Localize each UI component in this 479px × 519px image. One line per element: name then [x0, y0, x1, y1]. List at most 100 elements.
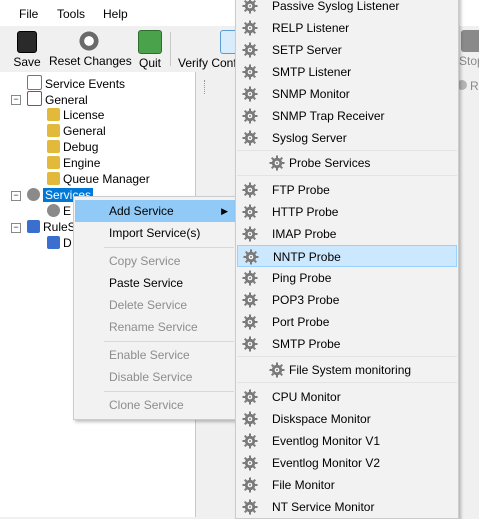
exit-door-icon [138, 30, 162, 54]
tree-node-debug[interactable]: Debug [47, 139, 98, 155]
gear-icon [242, 292, 258, 308]
gear-icon [242, 182, 258, 198]
submenu-setp-server[interactable]: SETP Server [237, 39, 457, 61]
key-icon [47, 124, 60, 137]
tree-node-general[interactable]: General [27, 91, 88, 107]
menu-add-service[interactable]: Add Service ▶ [75, 200, 238, 222]
menu-copy-service[interactable]: Copy Service [75, 250, 238, 272]
refresh-label[interactable]: R [470, 79, 479, 93]
tree-collapse-general[interactable]: − [11, 95, 21, 105]
gear-icon [243, 249, 259, 265]
submenu-snmp-monitor[interactable]: SNMP Monitor [237, 83, 457, 105]
menu-separator [104, 247, 234, 248]
menu-file[interactable]: File [19, 7, 38, 21]
menu-import-services[interactable]: Import Service(s) [75, 222, 238, 244]
gear-icon [242, 499, 258, 515]
gear-icon [242, 455, 258, 471]
submenu-pop3-probe[interactable]: POP3 Probe [237, 289, 457, 311]
tree-node-service-child[interactable]: E [47, 203, 71, 219]
gear-icon [242, 389, 258, 405]
menu-rename-service[interactable]: Rename Service [75, 316, 238, 338]
context-menu: Add Service ▶ Import Service(s) Copy Ser… [73, 196, 240, 420]
submenu-smtp-listener[interactable]: SMTP Listener [237, 61, 457, 83]
gear-icon [242, 20, 258, 36]
stop-icon [461, 30, 479, 52]
gear-icon [242, 0, 258, 14]
gear-icon [242, 64, 258, 80]
key-icon [47, 156, 60, 169]
menu-tools[interactable]: Tools [57, 7, 85, 21]
submenu-group-file-system-monitoring: File System monitoring [237, 359, 457, 381]
submenu-separator [237, 356, 457, 357]
pane-grip [204, 80, 207, 94]
submenu-ftp-probe[interactable]: FTP Probe [237, 179, 457, 201]
key-icon [47, 172, 60, 185]
submenu-diskspace-monitor[interactable]: Diskspace Monitor [237, 408, 457, 430]
submenu-http-probe[interactable]: HTTP Probe [237, 201, 457, 223]
menu-disable-service[interactable]: Disable Service [75, 366, 238, 388]
submenu-nntp-probe[interactable]: NNTP Probe [237, 245, 457, 267]
events-icon [27, 75, 42, 90]
toolbar-separator [170, 32, 171, 66]
verify-config-button[interactable]: Verify Conf [176, 28, 244, 70]
reset-changes-button[interactable]: Reset Changes [49, 28, 132, 70]
submenu-cpu-monitor[interactable]: CPU Monitor [237, 386, 457, 408]
key-icon [47, 140, 60, 153]
services-gear-icon [27, 188, 40, 201]
submenu-relp-listener[interactable]: RELP Listener [237, 17, 457, 39]
gear-icon [242, 314, 258, 330]
submenu-port-probe[interactable]: Port Probe [237, 311, 457, 333]
submenu-snmp-trap-receiver[interactable]: SNMP Trap Receiver [237, 105, 457, 127]
submenu-group-probe-services: Probe Services [237, 152, 457, 174]
menu-clone-service[interactable]: Clone Service [75, 394, 238, 416]
gear-icon [242, 204, 258, 220]
tree-node-license[interactable]: License [47, 107, 104, 123]
submenu-nt-service-monitor[interactable]: NT Service Monitor [237, 496, 457, 518]
submenu-separator [237, 150, 457, 151]
gear-icon [269, 155, 285, 171]
gear-icon [242, 86, 258, 102]
reset-arrows-icon [78, 30, 100, 52]
gear-icon [242, 42, 258, 58]
menu-separator [104, 391, 234, 392]
menu-separator [104, 341, 234, 342]
gear-icon [242, 226, 258, 242]
tree-collapse-rulesets[interactable]: − [11, 223, 21, 233]
gear-icon [242, 477, 258, 493]
submenu-eventlog-monitor-v2[interactable]: Eventlog Monitor V2 [237, 452, 457, 474]
tree-node-general-child[interactable]: General [47, 123, 106, 139]
tree-node-rulesets[interactable]: RuleS [27, 219, 76, 235]
submenu-arrow-icon: ▶ [221, 206, 228, 216]
quit-button[interactable]: Quit [136, 28, 164, 70]
submenu-file-monitor[interactable]: File Monitor [237, 474, 457, 496]
submenu-ping-probe[interactable]: Ping Probe [237, 267, 457, 289]
key-icon [47, 108, 60, 121]
tree-node-service-events[interactable]: Service Events [27, 75, 125, 91]
menu-paste-service[interactable]: Paste Service [75, 272, 238, 294]
menu-help[interactable]: Help [103, 7, 128, 21]
gear-icon [242, 130, 258, 146]
submenu-imap-probe[interactable]: IMAP Probe [237, 223, 457, 245]
tree-node-queue-manager[interactable]: Queue Manager [47, 171, 150, 187]
gear-icon [242, 336, 258, 352]
add-service-submenu: Passive Syslog Listener RELP Listener SE… [235, 0, 459, 519]
gear-icon [242, 433, 258, 449]
submenu-separator [237, 382, 457, 383]
tree-node-engine[interactable]: Engine [47, 155, 100, 171]
gear-icon [242, 411, 258, 427]
rule-icon [47, 236, 60, 249]
floppy-disk-icon [17, 31, 37, 53]
submenu-syslog-server[interactable]: Syslog Server [237, 127, 457, 149]
menu-enable-service[interactable]: Enable Service [75, 344, 238, 366]
save-button[interactable]: Save [13, 28, 41, 70]
tree-node-ruleset-child[interactable]: D [47, 235, 72, 251]
submenu-eventlog-monitor-v1[interactable]: Eventlog Monitor V1 [237, 430, 457, 452]
gear-icon [242, 108, 258, 124]
menu-delete-service[interactable]: Delete Service [75, 294, 238, 316]
tree-collapse-services[interactable]: − [11, 191, 21, 201]
submenu-separator [237, 175, 457, 176]
submenu-smtp-probe[interactable]: SMTP Probe [237, 333, 457, 355]
stop-button[interactable]: Stop [459, 28, 479, 70]
submenu-passive-syslog[interactable]: Passive Syslog Listener [237, 0, 457, 17]
gear-icon [242, 270, 258, 286]
